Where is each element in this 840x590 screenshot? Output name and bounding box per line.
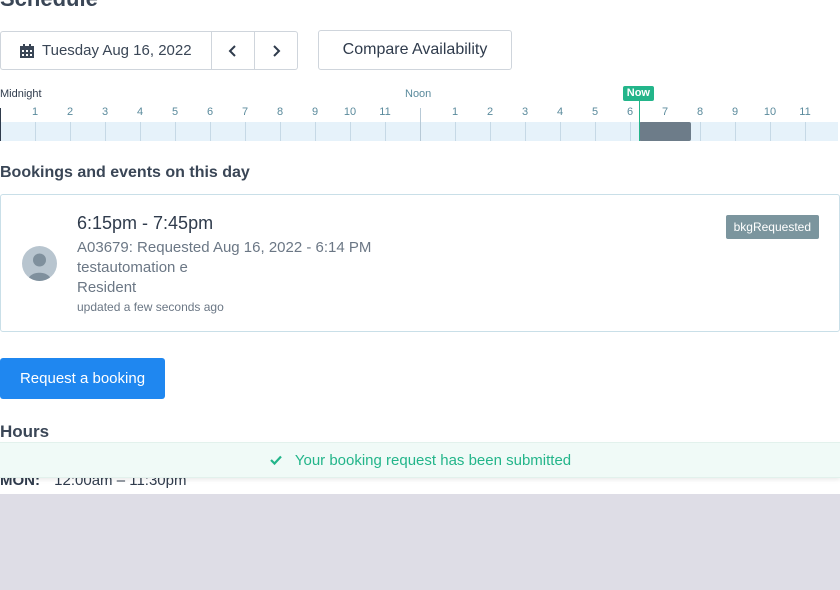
timeline-tick (140, 122, 141, 141)
timeline-tick (315, 122, 316, 141)
date-navigator: Tuesday Aug 16, 2022 (0, 31, 298, 70)
timeline-hour-label: 11 (379, 106, 391, 118)
user-silhouette-icon (28, 253, 51, 281)
now-indicator-line (638, 100, 640, 141)
timeline-tick (700, 122, 701, 141)
next-day-button[interactable] (255, 31, 298, 70)
toast-message: Your booking request has been submitted (294, 451, 572, 469)
timeline-hour-label: 11 (799, 106, 811, 118)
previous-day-button[interactable] (212, 31, 255, 70)
booking-user-role: Resident (77, 279, 137, 296)
bookings-section-title: Bookings and events on this day (0, 164, 250, 181)
timeline-tick (420, 108, 421, 141)
request-booking-button[interactable]: Request a booking (0, 358, 165, 399)
timeline-hour-label: 3 (521, 106, 529, 118)
timeline-tick (560, 122, 561, 141)
timeline-hour-label: 7 (661, 106, 669, 118)
timeline-noon-label: Noon (405, 88, 432, 100)
timeline-hour-label: 1 (31, 106, 39, 118)
timeline-hour-label: 4 (136, 106, 144, 118)
timeline-hour-label: 3 (101, 106, 109, 118)
timeline-tick (595, 122, 596, 141)
timeline-hour-label: 8 (276, 106, 284, 118)
timeline-tick (455, 122, 456, 141)
timeline-tick (385, 122, 386, 141)
booking-updated: updated a few seconds ago (77, 300, 224, 314)
timeline-tick (805, 122, 806, 141)
booking-card[interactable]: 6:15pm - 7:45pm A03679: Requested Aug 16… (0, 194, 840, 332)
check-icon (270, 455, 282, 466)
calendar-icon (20, 43, 34, 58)
timeline-hour-label: 7 (241, 106, 249, 118)
status-badge: bkgRequested (725, 215, 819, 239)
now-badge: Now (622, 86, 654, 101)
hours-title: Hours (0, 422, 50, 441)
timeline-hour-label: 4 (556, 106, 564, 118)
timeline-hour-label: 6 (626, 106, 634, 118)
timeline-booking-block[interactable] (638, 122, 692, 141)
booking-reference: A03679: Requested Aug 16, 2022 - 6:14 PM (77, 239, 372, 256)
timeline-tick (0, 108, 1, 141)
timeline-tick (490, 122, 491, 141)
chevron-left-icon (228, 44, 236, 57)
date-label: Tuesday Aug 16, 2022 (42, 42, 192, 59)
timeline-hour-label: 1 (451, 106, 459, 118)
timeline-hour-label: 8 (696, 106, 704, 118)
timeline-tick (350, 122, 351, 141)
timeline-hour-label: 5 (591, 106, 599, 118)
timeline-hour-label: 2 (66, 106, 74, 118)
timeline-tick (770, 122, 771, 141)
timeline-hour-label: 10 (763, 106, 777, 118)
timeline-tick (175, 122, 176, 141)
timeline-tick (105, 122, 106, 141)
booking-user-name: testautomation e (77, 259, 188, 276)
day-timeline[interactable]: Midnight Noon 1 2 3 4 5 6 7 8 9 10 11 1 2 3 4 5 6 7 8 9 10 11… (0, 86, 840, 144)
date-display[interactable]: Tuesday Aug 16, 2022 (0, 31, 212, 70)
compare-availability-button[interactable]: Compare Availability (318, 30, 512, 70)
page-title: Schedule (0, 0, 98, 12)
timeline-tick (735, 122, 736, 141)
timeline-hour-label: 10 (343, 106, 357, 118)
timeline-tick (630, 122, 631, 141)
timeline-tick (210, 122, 211, 141)
timeline-hour-label: 9 (731, 106, 739, 118)
timeline-hour-label: 5 (171, 106, 179, 118)
timeline-track (0, 108, 838, 141)
timeline-hour-label: 2 (486, 106, 494, 118)
timeline-tick (280, 122, 281, 141)
timeline-hour-label: 9 (311, 106, 319, 118)
timeline-hour-label: 6 (206, 106, 214, 118)
page-footer-area (0, 494, 840, 590)
success-toast: Your booking request has been submitted (0, 442, 840, 478)
booking-time-range: 6:15pm - 7:45pm (77, 213, 214, 233)
timeline-tick (245, 122, 246, 141)
timeline-tick (35, 122, 36, 141)
timeline-tick (70, 122, 71, 141)
timeline-midnight-label: Midnight (0, 88, 42, 100)
timeline-tick (525, 122, 526, 141)
chevron-right-icon (273, 44, 281, 57)
avatar (22, 246, 57, 281)
